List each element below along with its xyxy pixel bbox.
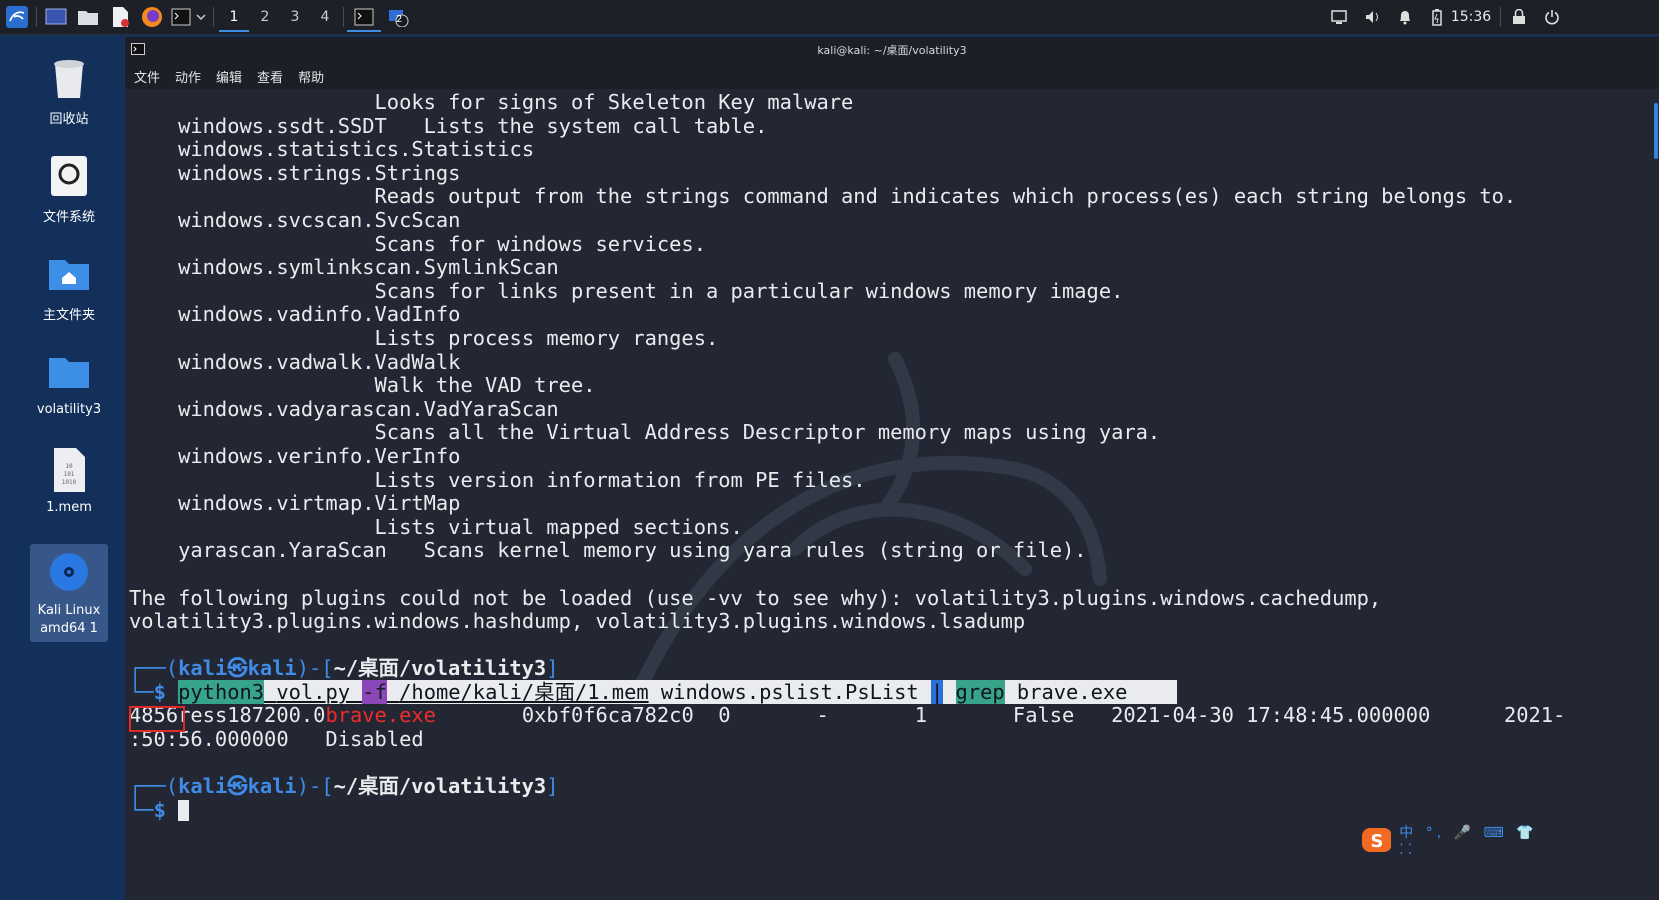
cmd-plugin: windows.pslist.PsList <box>648 679 931 704</box>
folder-icon <box>45 348 93 396</box>
drive-icon <box>45 152 93 200</box>
home-folder-icon <box>45 250 93 298</box>
display-icon[interactable] <box>1328 4 1350 30</box>
terminal-line: Scans for links present in a particular … <box>129 278 1124 303</box>
terminal-line: yarascan.YaraScan Scans kernel memory us… <box>129 538 1087 563</box>
notification-bell-icon[interactable] <box>1394 4 1416 30</box>
menu-view[interactable]: 查看 <box>257 67 283 86</box>
terminal-launcher-icon[interactable] <box>170 4 192 30</box>
lock-icon[interactable] <box>1508 4 1530 30</box>
desktop-icon-volatility3[interactable]: volatility3 <box>30 348 108 417</box>
desktop-icon-filesystem[interactable]: 文件系统 <box>30 152 108 225</box>
desktop-icon-label: volatility3 <box>36 402 102 417</box>
kali-menu-icon[interactable] <box>3 4 31 30</box>
terminal-line: windows.strings.Strings <box>129 160 461 185</box>
desktop-icon-mem-file[interactable]: 10 101 1010 1.mem <box>30 446 108 515</box>
terminal-line: windows.vadyarascan.VadYaraScan <box>129 396 559 421</box>
terminal-line: windows.svcscan.SvcScan <box>129 208 461 232</box>
terminal-line: Scans all the Virtual Address Descriptor… <box>129 420 1161 445</box>
terminal-line: windows.vadinfo.VadInfo <box>129 302 461 327</box>
svg-text:1010: 1010 <box>62 479 77 486</box>
terminal-line: Scans for windows services. <box>129 231 706 256</box>
trash-icon <box>45 54 93 102</box>
workspace-1[interactable]: 1 <box>219 4 249 32</box>
terminal-line: windows.verinfo.VerInfo <box>129 444 461 468</box>
window-app-icon <box>131 43 145 58</box>
terminal-line: Lists virtual mapped sections. <box>129 514 743 539</box>
prompt-user: kali㉿kali <box>178 656 297 680</box>
ime-toolbar[interactable]: S 中 °, 🎤 ⌨ 👕 ⁚⁚ <box>1360 825 1550 858</box>
cmd-flag: -f <box>362 679 387 704</box>
chevron-down-icon[interactable] <box>194 4 208 30</box>
desktop-icon-label: 回收站 <box>49 112 89 127</box>
scrollbar[interactable] <box>1654 103 1658 159</box>
desktop-icon-label: Kali Linux amd64 1 <box>37 603 101 636</box>
menu-bar: 文件 动作 编辑 查看 帮助 <box>125 63 1659 89</box>
terminal-line: windows.symlinkscan.SymlinkScan <box>129 255 559 280</box>
desktop-icon-label: 文件系统 <box>42 210 95 225</box>
svg-text:101: 101 <box>64 471 75 478</box>
text-cursor <box>178 800 190 822</box>
terminal-line: windows.vadwalk.VadWalk <box>129 349 461 374</box>
battery-icon[interactable] <box>1426 4 1448 30</box>
desktop-icon-home[interactable]: 主文件夹 <box>30 250 108 323</box>
workspace-4[interactable]: 4 <box>310 4 340 30</box>
terminal-line: The following plugins could not be loade… <box>129 585 1382 610</box>
top-panel: 1 2 3 4 2 15:36 <box>0 0 1659 35</box>
desktop-icon-trash[interactable]: 回收站 <box>30 54 108 127</box>
cmd-file: /home/kali/桌面/1.mem <box>399 679 649 704</box>
volume-icon[interactable] <box>1362 4 1384 30</box>
output-brave-exe: brave.exe <box>325 703 436 728</box>
disc-icon <box>45 548 93 596</box>
terminal-line: Walk the VAD tree. <box>129 373 596 398</box>
workspace-3[interactable]: 3 <box>280 4 310 30</box>
workspace-2[interactable]: 2 <box>250 4 280 30</box>
pid-highlight-box <box>129 706 185 732</box>
terminal-line: Lists process memory ranges. <box>129 326 719 350</box>
terminal-line: volatility3.plugins.windows.hashdump, vo… <box>129 609 1026 634</box>
show-desktop-icon[interactable] <box>44 4 68 30</box>
desktop-icon-label: 主文件夹 <box>42 308 95 323</box>
binary-file-icon: 10 101 1010 <box>45 446 93 494</box>
sogou-logo-icon: S <box>1362 828 1392 852</box>
firefox-icon[interactable] <box>140 4 164 30</box>
terminal-line: windows.statistics.Statistics <box>129 137 535 162</box>
terminal-line: windows.virtmap.VirtMap <box>129 491 461 516</box>
input-line[interactable]: └─$ <box>129 798 190 823</box>
cmd-pipe: | <box>930 679 944 704</box>
desktop-icon-kali-disc[interactable]: Kali Linux amd64 1 <box>30 544 108 642</box>
command-line: └─$ python3 vol.py -f /home/kali/桌面/1.me… <box>129 679 1177 704</box>
terminal-window: kali@kali: ~/桌面/volatility3 文件 动作 编辑 查看 … <box>125 37 1659 900</box>
menu-action[interactable]: 动作 <box>175 67 201 86</box>
prompt-line-2: ┌──(kali㉿kali)-[~/桌面/volatility3] <box>129 774 559 798</box>
clock[interactable]: 15:36 <box>1450 4 1492 30</box>
cmd-grep: grep <box>955 679 1005 704</box>
desktop-icon-label: 1.mem <box>46 500 92 515</box>
taskbar-group-button[interactable]: 2 <box>386 4 412 30</box>
svg-text:10: 10 <box>65 463 73 470</box>
pslist-output-line: 4856ress187200.0brave.exe 0xbf0f6ca782c0… <box>129 703 1566 728</box>
prompt-path: ~/桌面/volatility3 <box>333 656 547 680</box>
menu-edit[interactable]: 编辑 <box>216 67 242 86</box>
menu-help[interactable]: 帮助 <box>298 67 324 86</box>
menu-file[interactable]: 文件 <box>134 67 160 86</box>
text-editor-icon[interactable] <box>108 4 132 30</box>
terminal-line: Looks for signs of Skeleton Key malware <box>129 90 854 114</box>
svg-text:S: S <box>1371 831 1384 852</box>
file-manager-icon[interactable] <box>76 4 100 30</box>
terminal-line: Reads output from the strings command an… <box>129 184 1517 209</box>
taskbar-terminal-button[interactable] <box>347 4 381 32</box>
cmd-arg: brave.exe <box>1004 679 1177 704</box>
window-titlebar[interactable]: kali@kali: ~/桌面/volatility3 <box>125 37 1659 63</box>
power-icon[interactable] <box>1541 4 1563 30</box>
cmd-python: python3 <box>178 679 265 704</box>
terminal-line: Lists version information from PE files. <box>129 467 866 492</box>
terminal-line: windows.ssdt.SSDT Lists the system call … <box>129 113 768 138</box>
terminal-output[interactable]: Looks for signs of Skeleton Key malware … <box>125 89 1659 900</box>
window-title: kali@kali: ~/桌面/volatility3 <box>817 44 967 57</box>
cmd-script: vol.py <box>276 679 351 704</box>
prompt-line-1: ┌──(kali㉿kali)-[~/桌面/volatility3] <box>129 656 559 680</box>
taskbar-badge: 2 <box>396 14 403 25</box>
ime-status: 中 °, 🎤 ⌨ 👕 ⁚⁚ <box>1399 825 1538 858</box>
